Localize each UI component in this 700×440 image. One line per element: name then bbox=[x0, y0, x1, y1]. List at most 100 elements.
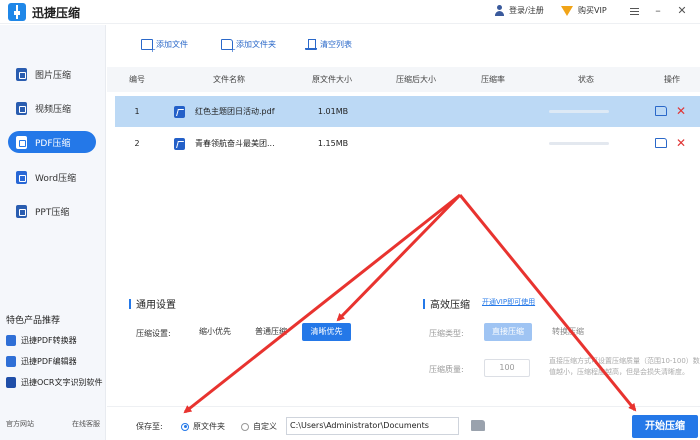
sidebar-item-pdf[interactable]: PDF压缩 bbox=[8, 131, 96, 153]
advanced-label: 高效压缩 bbox=[430, 300, 470, 311]
save-path-input[interactable]: C:\Users\Administrator\Documents bbox=[286, 417, 459, 435]
quality-label: 压缩质量: bbox=[429, 365, 464, 374]
login-button[interactable]: 登录/注册 bbox=[494, 5, 544, 16]
featured-item-label: 迅捷OCR文字识别软件 bbox=[21, 378, 103, 387]
section-marker bbox=[423, 298, 425, 309]
user-icon bbox=[494, 5, 505, 16]
close-icon[interactable]: ✕ bbox=[675, 3, 689, 19]
file-name: 红色主题团日活动.pdf bbox=[174, 105, 314, 118]
sidebar-item-word[interactable]: Word压缩 bbox=[8, 166, 96, 188]
file-size: 1.01MB bbox=[317, 107, 349, 116]
delete-icon[interactable]: ✕ bbox=[676, 137, 686, 149]
radio-checked-icon bbox=[181, 422, 189, 431]
add-folder-button[interactable]: 添加文件夹 bbox=[221, 39, 276, 54]
quality-tip: 直接压缩方式可设置压缩质量（范围10-100）数值越小，压缩程度越高，但是会损失… bbox=[549, 357, 700, 376]
browse-folder-icon[interactable] bbox=[471, 420, 485, 431]
sidebar-item-label: PDF压缩 bbox=[35, 138, 71, 149]
open-folder-icon[interactable] bbox=[655, 106, 667, 116]
option-direct-compress[interactable]: 直接压缩 bbox=[484, 323, 532, 341]
word-icon bbox=[16, 170, 27, 184]
advanced-title: 高效压缩 bbox=[423, 296, 470, 311]
pdf-file-icon bbox=[174, 105, 185, 118]
column-header: 压缩后大小 bbox=[396, 75, 436, 84]
sidebar-item-video[interactable]: 视频压缩 bbox=[8, 97, 96, 119]
status-progress bbox=[549, 110, 609, 113]
buy-vip-button[interactable]: 购买VIP bbox=[561, 5, 607, 16]
sidebar-item-label: 图片压缩 bbox=[35, 70, 72, 81]
pdf-converter-icon bbox=[6, 335, 16, 346]
featured-item-pdf-converter[interactable]: 迅捷PDF转换器 bbox=[6, 335, 77, 346]
status-progress bbox=[549, 142, 609, 145]
compress-type-label: 压缩类型: bbox=[429, 329, 464, 338]
radio-label: 原文件夹 bbox=[193, 422, 225, 431]
open-vip-link[interactable]: 开通VIP即可使用 bbox=[482, 297, 535, 307]
start-compress-button[interactable]: 开始压缩 bbox=[632, 415, 698, 438]
file-name: 青春领航奋斗最美团... bbox=[174, 137, 314, 150]
featured-item-label: 迅捷PDF转换器 bbox=[21, 336, 77, 345]
option-normal[interactable]: 普通压缩 bbox=[247, 323, 295, 341]
general-settings-title: 通用设置 bbox=[129, 296, 176, 311]
column-header: 文件名称 bbox=[213, 75, 245, 84]
vip-label: 购买VIP bbox=[578, 6, 607, 15]
option-smaller-first[interactable]: 缩小优先 bbox=[191, 323, 239, 341]
vip-icon bbox=[561, 5, 574, 16]
file-name-text: 红色主题团日活动.pdf bbox=[195, 107, 275, 116]
sidebar-item-label: PPT压缩 bbox=[35, 207, 70, 218]
column-header: 编号 bbox=[129, 75, 145, 84]
pdf-icon bbox=[16, 135, 27, 149]
table-row[interactable]: 1 红色主题团日活动.pdf 1.01MB ✕ bbox=[115, 96, 700, 127]
section-marker bbox=[129, 298, 131, 309]
column-header: 原文件大小 bbox=[312, 75, 352, 84]
pdf-editor-icon bbox=[6, 356, 16, 367]
open-folder-icon[interactable] bbox=[655, 138, 667, 148]
add-file-button[interactable]: 添加文件 bbox=[141, 39, 188, 54]
general-settings-label: 通用设置 bbox=[136, 300, 176, 311]
ocr-icon bbox=[6, 377, 16, 388]
menu-icon[interactable] bbox=[627, 3, 641, 19]
file-name-text: 青春领航奋斗最美团... bbox=[195, 139, 275, 148]
featured-title: 特色产品推荐 bbox=[6, 316, 61, 326]
sidebar-item-image[interactable]: 图片压缩 bbox=[8, 63, 96, 85]
clear-list-icon bbox=[305, 39, 317, 50]
add-file-label: 添加文件 bbox=[156, 40, 188, 49]
file-size: 1.15MB bbox=[317, 139, 349, 148]
add-folder-icon bbox=[221, 39, 236, 54]
title-bar: 迅捷压缩 登录/注册 购买VIP – ✕ bbox=[0, 0, 700, 24]
row-index: 2 bbox=[134, 139, 140, 148]
pdf-file-icon bbox=[174, 137, 185, 150]
clear-list-label: 清空列表 bbox=[320, 40, 352, 49]
column-header: 状态 bbox=[578, 75, 594, 84]
website-link[interactable]: 官方网站 bbox=[6, 419, 34, 429]
compress-setting-label: 压缩设置: bbox=[136, 329, 171, 338]
save-to-label: 保存至: bbox=[136, 422, 163, 431]
app-logo-icon bbox=[8, 3, 26, 21]
image-icon bbox=[16, 67, 27, 81]
table-row[interactable]: 2 青春领航奋斗最美团... 1.15MB ✕ bbox=[115, 128, 700, 159]
featured-item-label: 迅捷PDF编辑器 bbox=[21, 357, 77, 366]
column-header: 操作 bbox=[664, 75, 680, 84]
featured-item-pdf-editor[interactable]: 迅捷PDF编辑器 bbox=[6, 356, 77, 367]
add-folder-label: 添加文件夹 bbox=[236, 40, 276, 49]
radio-label: 自定义 bbox=[253, 422, 277, 431]
radio-unchecked-icon bbox=[241, 422, 249, 431]
option-clarity-first[interactable]: 清晰优先 bbox=[302, 323, 351, 341]
column-header: 压缩率 bbox=[481, 75, 505, 84]
save-bar: 保存至: 原文件夹 自定义 C:\Users\Administrator\Doc… bbox=[107, 406, 700, 440]
featured-item-ocr[interactable]: 迅捷OCR文字识别软件 bbox=[6, 377, 102, 388]
toolbar: 添加文件 添加文件夹 清空列表 bbox=[107, 25, 700, 67]
radio-original-folder[interactable]: 原文件夹 bbox=[181, 421, 225, 432]
clear-list-button[interactable]: 清空列表 bbox=[305, 39, 352, 50]
support-link[interactable]: 在线客服 bbox=[72, 419, 100, 429]
quality-input[interactable]: 100 bbox=[484, 359, 530, 377]
login-label: 登录/注册 bbox=[509, 6, 544, 15]
app-title: 迅捷压缩 bbox=[32, 6, 81, 20]
delete-icon[interactable]: ✕ bbox=[676, 105, 686, 117]
radio-custom[interactable]: 自定义 bbox=[241, 421, 277, 432]
add-file-icon bbox=[141, 39, 156, 54]
option-convert-compress[interactable]: 转换压缩 bbox=[544, 323, 592, 341]
row-index: 1 bbox=[134, 107, 140, 116]
ppt-icon bbox=[16, 204, 27, 218]
sidebar-item-ppt[interactable]: PPT压缩 bbox=[8, 200, 96, 222]
minimize-icon[interactable]: – bbox=[651, 3, 665, 19]
sidebar-item-label: 视频压缩 bbox=[35, 104, 72, 115]
